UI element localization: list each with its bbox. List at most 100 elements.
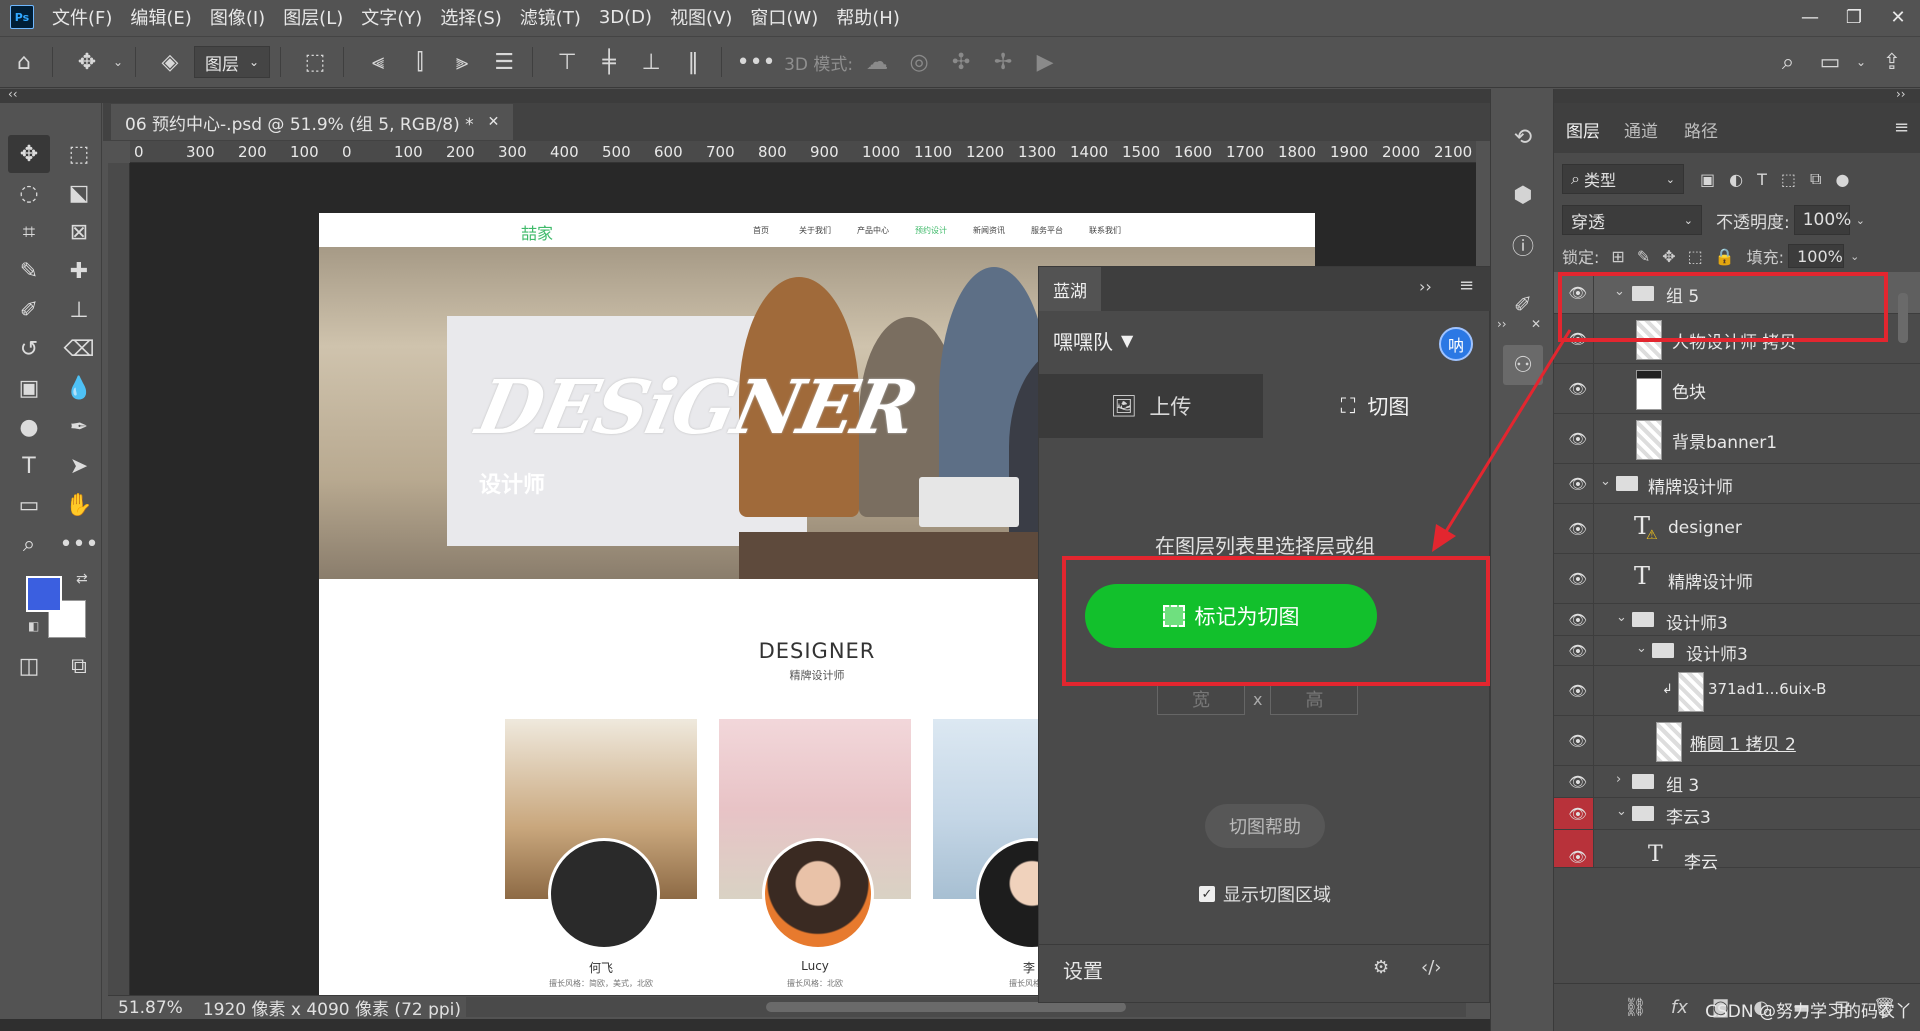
history-icon[interactable]: ⟲: [1503, 117, 1543, 157]
lanhu-tab[interactable]: 蓝湖: [1039, 267, 1101, 311]
filter-adjustment-icon[interactable]: ◐: [1729, 170, 1743, 189]
layers-scrollbar[interactable]: [1898, 293, 1908, 343]
chevron-down-icon[interactable]: ⌄: [1600, 474, 1611, 489]
eyedropper-tool-icon[interactable]: ✎: [8, 252, 50, 290]
lasso-tool-icon[interactable]: ◌: [8, 174, 50, 212]
eye-icon[interactable]: 👁: [1568, 773, 1588, 791]
3d-camera-icon[interactable]: ▶: [1027, 44, 1063, 80]
quick-mask-icon[interactable]: ◫: [8, 647, 50, 685]
filter-kind-dropdown[interactable]: ⌕ 类型 ⌄: [1562, 164, 1684, 194]
align-center-icon[interactable]: ⫿: [402, 44, 438, 80]
layer-row[interactable]: 👁 背景banner1: [1554, 414, 1920, 464]
eye-icon[interactable]: 👁: [1568, 611, 1588, 629]
width-input[interactable]: 宽: [1157, 683, 1245, 715]
collapse-left-icon[interactable]: ‹‹: [8, 87, 18, 101]
more-tools-icon[interactable]: •••: [58, 525, 100, 563]
frame-tool-icon[interactable]: ⊠: [58, 213, 100, 251]
layer-row[interactable]: 👁 ↲ 371ad1...6uix-B: [1554, 666, 1920, 716]
code-icon[interactable]: ‹/›: [1421, 957, 1441, 978]
lock-position-icon[interactable]: ✥: [1662, 247, 1675, 266]
panel-menu-icon[interactable]: ≡: [1894, 117, 1909, 138]
eye-icon[interactable]: 👁: [1568, 732, 1588, 750]
distribute-vertical-icon[interactable]: ‖: [675, 44, 711, 80]
tab-layers[interactable]: 图层: [1566, 117, 1600, 142]
3d-slide-icon[interactable]: ✢: [985, 44, 1021, 80]
foreground-color-swatch[interactable]: [26, 576, 62, 612]
menu-3d[interactable]: 3D(D): [599, 7, 652, 28]
blur-tool-icon[interactable]: 💧: [58, 369, 100, 407]
layer-row[interactable]: 👁 ⌄ 精牌设计师: [1554, 464, 1920, 504]
path-select-tool-icon[interactable]: ➤: [58, 447, 100, 485]
layer-row[interactable]: 👁 T 精牌设计师: [1554, 554, 1920, 604]
document-tab[interactable]: 06 预约中心-.psd @ 51.9% (组 5, RGB/8) * ✕: [111, 104, 514, 140]
align-middle-icon[interactable]: ╪: [591, 44, 627, 80]
scrollbar-thumb[interactable]: [766, 1002, 1126, 1012]
lock-all-icon[interactable]: 🔒: [1715, 247, 1735, 266]
restore-icon[interactable]: ❐: [1832, 7, 1876, 28]
opacity-input[interactable]: 100%: [1793, 205, 1851, 235]
type-tool-icon[interactable]: T: [8, 447, 50, 485]
3d-icon[interactable]: ⬢: [1503, 175, 1543, 215]
chevron-down-icon[interactable]: ⌄: [1636, 641, 1647, 656]
chevron-down-icon[interactable]: ⌄: [1850, 250, 1859, 263]
show-slice-area-checkbox[interactable]: ✓: [1199, 886, 1215, 902]
menu-edit[interactable]: 编辑(E): [130, 4, 191, 30]
minimize-icon[interactable]: —: [1788, 7, 1832, 28]
share-icon[interactable]: ⇪: [1874, 44, 1910, 80]
home-icon[interactable]: ⌂: [6, 44, 42, 80]
lock-transparent-icon[interactable]: ⊞: [1611, 247, 1624, 266]
menu-filter[interactable]: 滤镜(T): [520, 4, 581, 30]
gradient-tool-icon[interactable]: ▣: [8, 369, 50, 407]
eye-icon[interactable]: 👁: [1568, 642, 1588, 660]
hand-tool-icon[interactable]: ✋: [58, 486, 100, 524]
settings-link[interactable]: 设置: [1063, 955, 1103, 984]
blend-mode-dropdown[interactable]: 穿透 ⌄: [1562, 205, 1702, 235]
panel-menu-icon[interactable]: ≡: [1459, 275, 1474, 296]
filter-shape-icon[interactable]: ⬚: [1781, 170, 1796, 189]
chevron-down-icon[interactable]: ⌄: [1616, 610, 1627, 625]
link-layers-icon[interactable]: ⛓: [1624, 997, 1647, 1018]
layer-row[interactable]: 👁 ⌄ 设计师3: [1554, 636, 1920, 666]
menu-window[interactable]: 窗口(W): [750, 4, 818, 30]
pen-tool-icon[interactable]: ✒: [58, 408, 100, 446]
align-bottom-icon[interactable]: ⊥: [633, 44, 669, 80]
dodge-tool-icon[interactable]: ●: [8, 408, 50, 446]
chevron-down-icon[interactable]: ⌄: [111, 44, 125, 80]
layer-row[interactable]: 👁 T 李云: [1554, 830, 1920, 873]
chevron-down-icon[interactable]: ⌄: [1856, 214, 1865, 227]
auto-select-dropdown[interactable]: 图层 ⌄: [194, 46, 271, 78]
menu-layer[interactable]: 图层(L): [283, 4, 343, 30]
align-right-icon[interactable]: ⫸: [444, 44, 480, 80]
tab-upload[interactable]: 🖼 上传: [1039, 374, 1263, 438]
quick-select-tool-icon[interactable]: ⬕: [58, 174, 100, 212]
menu-image[interactable]: 图像(I): [210, 4, 265, 30]
brush-tool-icon[interactable]: ✐: [8, 291, 50, 329]
screen-mode-icon[interactable]: ⧉: [58, 647, 100, 685]
menu-view[interactable]: 视图(V): [670, 4, 732, 30]
marquee-tool-icon[interactable]: ⬚: [58, 135, 100, 173]
align-left-icon[interactable]: ⫷: [360, 44, 396, 80]
filter-pixel-icon[interactable]: ▣: [1700, 170, 1715, 189]
chevron-right-icon[interactable]: ›: [1616, 772, 1621, 787]
slice-help-button[interactable]: 切图帮助: [1205, 804, 1325, 848]
crop-tool-icon[interactable]: ⌗: [8, 213, 50, 251]
layer-row[interactable]: 👁 ⌄ 设计师3: [1554, 604, 1920, 636]
eye-icon[interactable]: 👁: [1568, 682, 1588, 700]
robot-icon[interactable]: ⚙: [1373, 957, 1389, 978]
close-icon[interactable]: ✕: [488, 114, 500, 130]
filter-type-icon[interactable]: T: [1757, 170, 1767, 189]
filter-smart-object-icon[interactable]: ⧉: [1810, 169, 1821, 189]
eye-icon[interactable]: 👁: [1568, 848, 1588, 866]
info-icon[interactable]: ⓘ: [1503, 225, 1543, 265]
stamp-tool-icon[interactable]: ⊥: [58, 291, 100, 329]
more-icon[interactable]: •••: [737, 44, 776, 80]
swap-colors-icon[interactable]: ⇄: [76, 571, 88, 587]
eraser-tool-icon[interactable]: ⌫: [58, 330, 100, 368]
layer-row[interactable]: 👁 ⌄ 李云3: [1554, 798, 1920, 830]
healing-tool-icon[interactable]: ✚: [58, 252, 100, 290]
eye-icon[interactable]: 👁: [1568, 805, 1588, 823]
zoom-level[interactable]: 51.87%: [118, 998, 183, 1018]
search-icon[interactable]: ⌕: [1770, 44, 1806, 80]
filter-toggle-icon[interactable]: ●: [1835, 170, 1849, 189]
close-icon[interactable]: ✕: [1876, 7, 1920, 28]
